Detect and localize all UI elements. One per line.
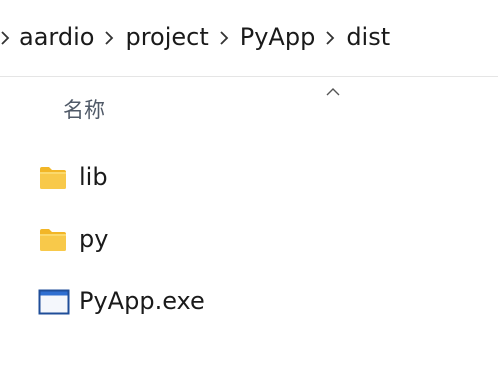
breadcrumb-item-project[interactable]: project	[125, 25, 208, 51]
breadcrumb-item-pyapp[interactable]: PyApp	[240, 25, 316, 51]
folder-icon	[38, 226, 68, 254]
chevron-right-icon[interactable]	[219, 30, 229, 46]
file-row[interactable]: lib	[38, 158, 108, 198]
chevron-right-icon[interactable]	[0, 30, 10, 46]
file-name: py	[79, 225, 109, 253]
file-name: lib	[79, 163, 108, 191]
breadcrumb-item-aardio[interactable]: aardio	[19, 25, 94, 51]
file-row[interactable]: py	[38, 220, 108, 260]
folder-icon	[38, 164, 68, 192]
file-explorer-window: aardio project PyApp dist 名称 lib py PyAp…	[0, 0, 498, 366]
column-header-name[interactable]: 名称	[63, 100, 105, 121]
file-name: PyApp.exe	[79, 287, 205, 315]
file-row[interactable]: PyApp.exe	[38, 282, 205, 322]
sort-ascending-icon[interactable]	[325, 87, 341, 97]
application-window-icon	[38, 288, 70, 316]
breadcrumb-item-dist[interactable]: dist	[346, 25, 390, 51]
breadcrumb: aardio project PyApp dist	[0, 0, 498, 77]
chevron-right-icon[interactable]	[104, 30, 114, 46]
chevron-right-icon[interactable]	[325, 30, 335, 46]
